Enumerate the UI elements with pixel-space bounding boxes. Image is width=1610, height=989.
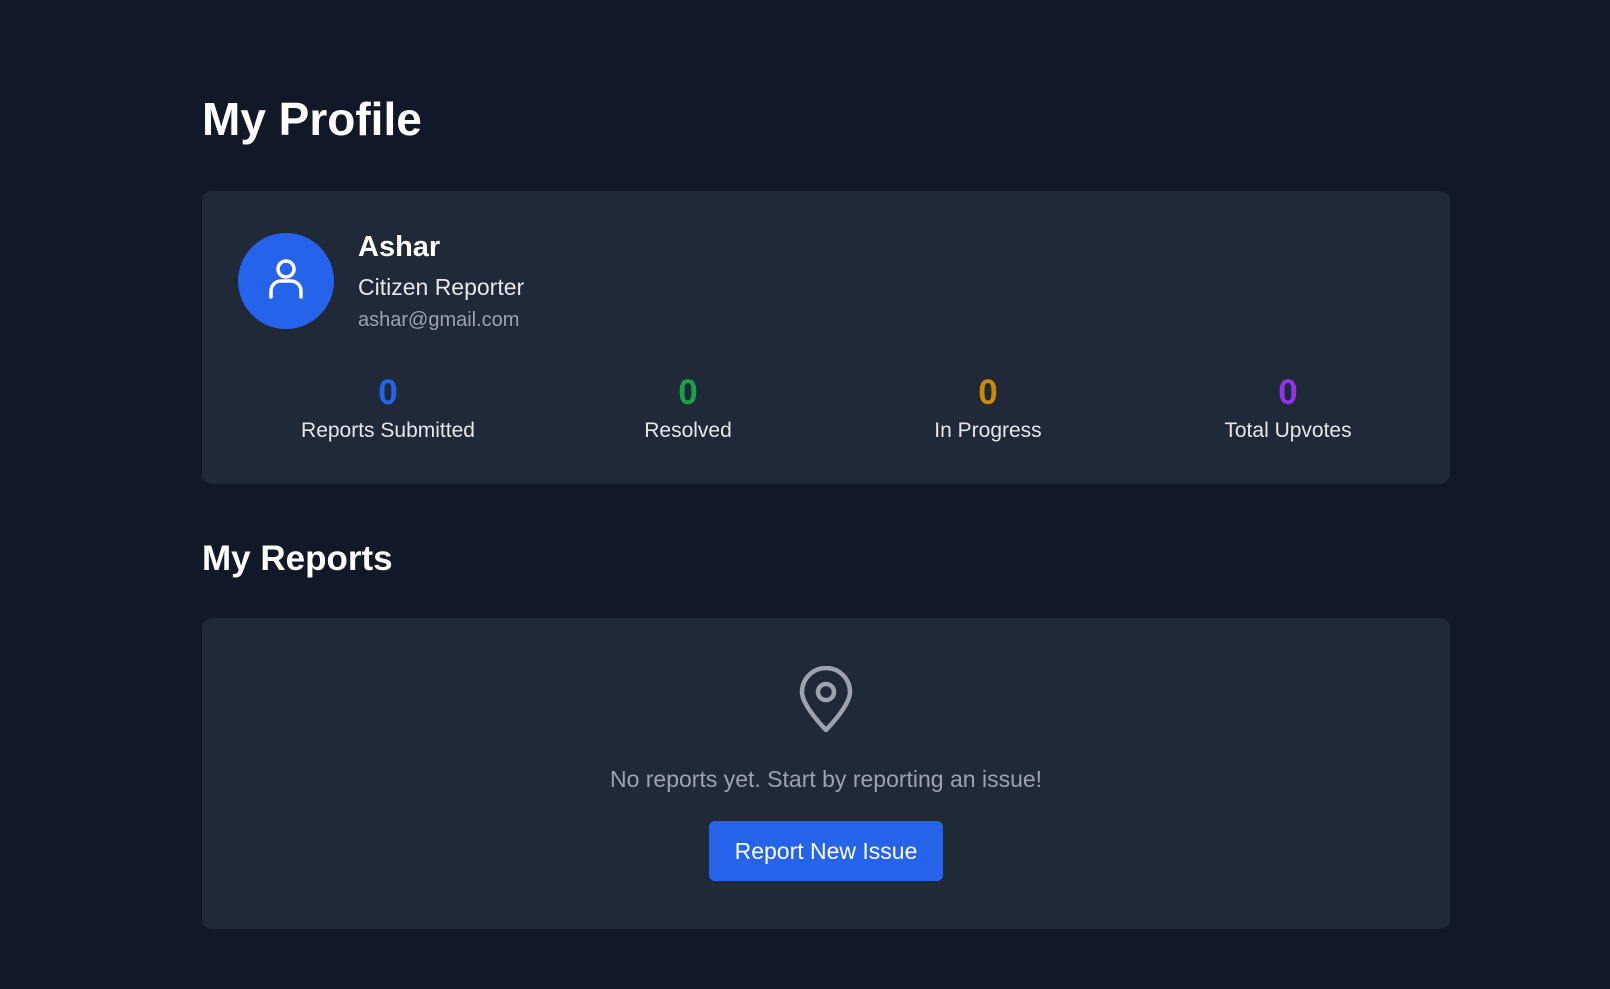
profile-card: Ashar Citizen Reporter ashar@gmail.com 0… (202, 191, 1450, 484)
stat-label: In Progress (934, 419, 1042, 442)
stat-in-progress: 0 In Progress (838, 373, 1138, 445)
stat-value: 0 (978, 373, 998, 412)
stat-label: Resolved (644, 419, 732, 442)
empty-state-message: No reports yet. Start by reporting an is… (609, 766, 1043, 792)
page-title: My Profile (202, 93, 422, 145)
stats-row: 0 Reports Submitted 0 Resolved 0 In Prog… (238, 373, 1438, 445)
stat-resolved: 0 Resolved (538, 373, 838, 445)
stat-reports-submitted: 0 Reports Submitted (238, 373, 538, 445)
reports-empty-card: No reports yet. Start by reporting an is… (202, 618, 1450, 929)
stat-value: 0 (1278, 373, 1298, 412)
stat-value: 0 (678, 373, 698, 412)
stat-value: 0 (378, 373, 398, 412)
user-email: ashar@gmail.com (358, 309, 520, 331)
user-icon (266, 257, 306, 306)
report-new-issue-button[interactable]: Report New Issue (709, 821, 943, 881)
map-pin-icon (798, 665, 854, 739)
user-role: Citizen Reporter (358, 274, 525, 300)
reports-section-title: My Reports (202, 539, 393, 578)
stat-total-upvotes: 0 Total Upvotes (1138, 373, 1438, 445)
stat-label: Total Upvotes (1224, 419, 1352, 442)
avatar (238, 233, 334, 329)
stat-label: Reports Submitted (301, 419, 475, 442)
user-name: Ashar (358, 231, 441, 263)
